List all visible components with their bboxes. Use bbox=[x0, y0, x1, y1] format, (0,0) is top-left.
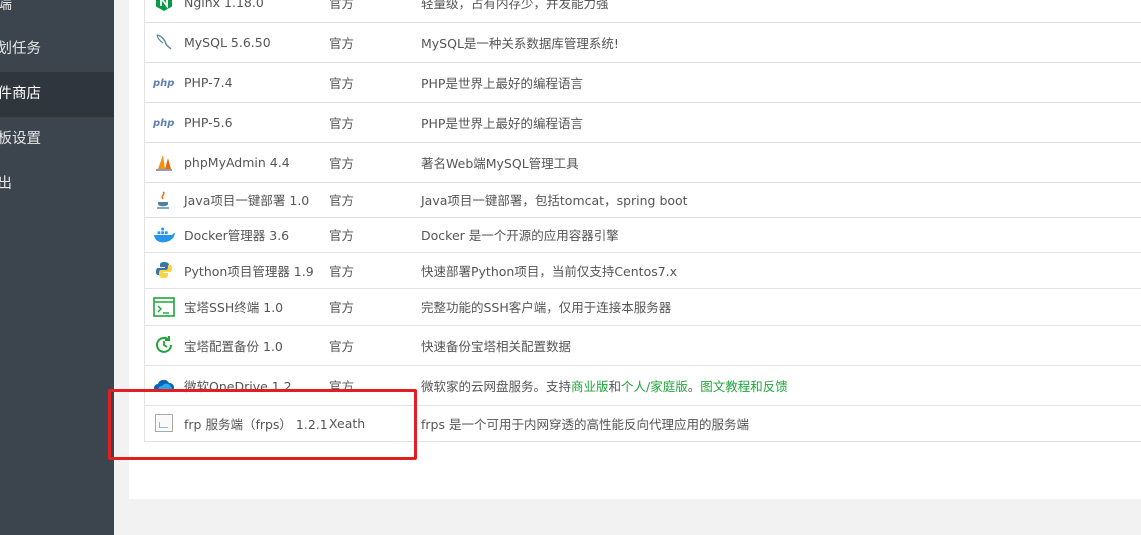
python-icon bbox=[153, 259, 175, 281]
software-name: phpMyAdmin 4.4 bbox=[184, 154, 290, 170]
software-name: 宝塔SSH终端 1.0 bbox=[184, 300, 284, 315]
description-cell: 完整功能的SSH客户端，仅用于连接本服务器 bbox=[421, 300, 672, 315]
sidebar-item-logout[interactable]: 退出 bbox=[0, 162, 114, 207]
mysql-dolphin-icon bbox=[153, 31, 175, 53]
table-row[interactable]: php PHP-7.4 官方 PHP是世界上最好的编程语言 bbox=[145, 62, 1141, 103]
table-row[interactable]: Python项目管理器 1.9 官方 快速部署Python项目，当前仅支持Cen… bbox=[145, 252, 1141, 289]
software-name: Python项目管理器 1.9 bbox=[184, 263, 314, 279]
sidebar-item-client[interactable]: 客端 bbox=[0, 0, 114, 28]
software-name: 宝塔配置备份 1.0 bbox=[184, 338, 283, 354]
description-cell: 轻量级，占有内存少，并发能力强 bbox=[421, 0, 609, 11]
table-row[interactable]: Nginx 1.18.0 官方 轻量级，占有内存少，并发能力强 bbox=[145, 0, 1141, 23]
phpmyadmin-sail-icon bbox=[153, 151, 175, 173]
table-row[interactable]: Docker管理器 3.6 官方 Docker 是一个开源的应用容器引擎 bbox=[145, 217, 1141, 253]
name-cell: Nginx 1.18.0 bbox=[153, 0, 264, 22]
software-name: Docker管理器 3.6 bbox=[184, 228, 290, 243]
description-text: 和 bbox=[608, 378, 622, 394]
description-cell: 微软家的云网盘服务。支持 商业版和个人/家庭版。图文教程和反馈 bbox=[421, 365, 788, 405]
sidebar-item-label: 软件商店 bbox=[0, 86, 41, 102]
description-cell: 快速备份宝塔相关配置数据 bbox=[421, 338, 572, 354]
software-name: PHP-7.4 bbox=[184, 74, 233, 90]
sidebar-item-label: 面板设置 bbox=[0, 131, 41, 147]
java-cup-icon bbox=[153, 189, 175, 211]
terminal-icon bbox=[153, 296, 175, 318]
personal-edition-link[interactable]: 个人/家庭版 bbox=[621, 376, 688, 395]
table-row[interactable]: MySQL 5.6.50 官方 MySQL是一种关系数据库管理系统! bbox=[145, 22, 1141, 63]
developer-cell: 官方 bbox=[329, 75, 355, 91]
developer-cell: 官方 bbox=[329, 228, 355, 243]
table-row[interactable]: Java项目一键部署 1.0 官方 Java项目一键部署，包括tomcat，sp… bbox=[145, 182, 1141, 218]
table-row[interactable]: php PHP-5.6 官方 PHP是世界上最好的编程语言 bbox=[145, 102, 1141, 143]
software-name: PHP-5.6 bbox=[184, 114, 233, 130]
name-cell: 宝塔配置备份 1.0 bbox=[153, 325, 283, 365]
developer-cell: 官方 bbox=[329, 115, 355, 131]
developer-cell: 官方 bbox=[329, 300, 355, 315]
software-table: Nginx 1.18.0 官方 轻量级，占有内存少，并发能力强 MySQL 5.… bbox=[144, 0, 1141, 442]
description-cell: PHP是世界上最好的编程语言 bbox=[421, 115, 583, 131]
sidebar-item-label: 计划任务 bbox=[0, 41, 41, 57]
svg-text:php: php bbox=[153, 118, 174, 128]
software-name: Java项目一键部署 1.0 bbox=[184, 193, 310, 208]
sidebar-item-panel-settings[interactable]: 面板设置 bbox=[0, 117, 114, 162]
table-row[interactable]: 宝塔配置备份 1.0 官方 快速备份宝塔相关配置数据 bbox=[145, 325, 1141, 366]
name-cell: Docker管理器 3.6 bbox=[153, 217, 289, 252]
description-cell: 快速部署Python项目，当前仅支持Centos7.x bbox=[421, 263, 678, 279]
tutorial-feedback-link[interactable]: 图文教程和反馈 bbox=[700, 376, 788, 395]
name-cell: MySQL 5.6.50 bbox=[153, 22, 271, 62]
software-name: Nginx 1.18.0 bbox=[184, 0, 264, 10]
nginx-icon bbox=[153, 0, 175, 13]
description-cell: Java项目一键部署，包括tomcat，spring boot bbox=[421, 193, 688, 208]
developer-cell: 官方 bbox=[329, 35, 355, 51]
docker-whale-icon bbox=[153, 224, 175, 246]
sidebar-item-software-store[interactable]: 软件商店 bbox=[0, 72, 114, 117]
developer-cell: 官方 bbox=[329, 0, 355, 11]
description-cell: frps 是一个可用于内网穿透的高性能反向代理应用的服务端 bbox=[421, 416, 749, 432]
description-cell: MySQL是一种关系数据库管理系统! bbox=[421, 35, 619, 51]
description-cell: Docker 是一个开源的应用容器引擎 bbox=[421, 228, 619, 243]
description-text: 。 bbox=[687, 378, 701, 394]
description-cell: 著名Web端MySQL管理工具 bbox=[421, 155, 579, 171]
highlight-box bbox=[108, 389, 417, 460]
software-name: MySQL 5.6.50 bbox=[184, 34, 271, 50]
business-edition-link[interactable]: 商业版 bbox=[571, 376, 609, 395]
table-row[interactable]: phpMyAdmin 4.4 官方 著名Web端MySQL管理工具 bbox=[145, 142, 1141, 183]
name-cell: php PHP-7.4 bbox=[153, 62, 233, 102]
developer-cell: 官方 bbox=[329, 263, 355, 279]
sidebar: 客端 计划任务 软件商店 面板设置 退出 bbox=[0, 0, 114, 535]
developer-cell: 官方 bbox=[329, 193, 355, 208]
name-cell: 宝塔SSH终端 1.0 bbox=[153, 288, 283, 325]
description-text: 微软家的云网盘服务。支持 bbox=[421, 378, 572, 394]
description-cell: PHP是世界上最好的编程语言 bbox=[421, 75, 583, 91]
php-icon: php bbox=[153, 111, 175, 133]
name-cell: phpMyAdmin 4.4 bbox=[153, 142, 290, 182]
php-icon: php bbox=[153, 71, 175, 93]
backup-clock-icon bbox=[153, 334, 175, 356]
name-cell: Java项目一键部署 1.0 bbox=[153, 182, 309, 217]
sidebar-item-label: 退出 bbox=[0, 176, 12, 192]
sidebar-item-label: 客端 bbox=[0, 0, 12, 13]
developer-cell: 官方 bbox=[329, 338, 355, 354]
developer-cell: 官方 bbox=[329, 155, 355, 171]
name-cell: Python项目管理器 1.9 bbox=[153, 252, 314, 288]
sidebar-item-scheduled-tasks[interactable]: 计划任务 bbox=[0, 27, 114, 72]
name-cell: php PHP-5.6 bbox=[153, 102, 233, 142]
svg-text:php: php bbox=[153, 78, 174, 88]
table-row[interactable]: 宝塔SSH终端 1.0 官方 完整功能的SSH客户端，仅用于连接本服务器 bbox=[145, 288, 1141, 326]
